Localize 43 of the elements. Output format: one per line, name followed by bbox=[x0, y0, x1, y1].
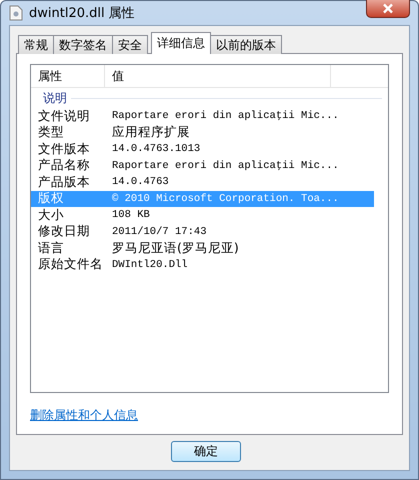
list-row[interactable]: 大小 108 KB bbox=[31, 207, 374, 224]
close-button[interactable] bbox=[366, 0, 410, 18]
tab[interactable]: 安全 bbox=[112, 35, 148, 54]
column-header[interactable]: 属性 bbox=[31, 65, 105, 87]
property-value: © 2010 Microsoft Corporation. Toa... bbox=[111, 192, 339, 205]
property-name: 文件说明 bbox=[37, 108, 91, 125]
property-name: 语言 bbox=[37, 240, 65, 257]
list-row[interactable]: 文件版本 14.0.4763.1013 bbox=[31, 141, 374, 158]
property-name: 大小 bbox=[37, 206, 65, 224]
tab[interactable]: 详细信息 bbox=[151, 32, 211, 54]
tab[interactable]: 常规 bbox=[18, 35, 54, 54]
property-value: 14.0.4763 bbox=[111, 176, 169, 188]
property-name: 产品版本 bbox=[37, 174, 91, 191]
list-row[interactable]: 文件说明 Raportare erori din aplicaţii Mic... bbox=[31, 108, 374, 124]
property-value: Raportare erori din aplicaţii Mic... bbox=[111, 160, 339, 172]
tab[interactable]: 数字签名 bbox=[53, 35, 113, 54]
window-title: dwintl20.dll 属性 bbox=[29, 5, 136, 22]
property-value: 罗马尼亚语(罗马尼亚) bbox=[111, 240, 239, 257]
property-name: 文件版本 bbox=[37, 140, 91, 158]
list-row[interactable]: 产品名称 Raportare erori din aplicaţii Mic... bbox=[31, 158, 374, 174]
list-row[interactable]: 语言 罗马尼亚语(罗马尼亚) bbox=[31, 240, 374, 256]
list-row[interactable]: 原始文件名 DWIntl20.Dll bbox=[31, 256, 374, 273]
property-name: 产品名称 bbox=[37, 157, 91, 174]
list-row[interactable]: 类型 应用程序扩展 bbox=[31, 124, 374, 141]
ok-button[interactable]: 确定 bbox=[171, 441, 241, 462]
property-value: 2011/10/7 17:43 bbox=[111, 226, 207, 238]
property-value: Raportare erori din aplicaţii Mic... bbox=[111, 110, 339, 122]
property-name: 类型 bbox=[37, 124, 65, 142]
file-icon bbox=[9, 5, 23, 21]
property-value: 108 KB bbox=[111, 209, 150, 222]
property-value: DWIntl20.Dll bbox=[111, 258, 188, 271]
column-header[interactable]: 值 bbox=[105, 65, 331, 87]
remove-properties-link[interactable]: 删除属性和个人信息 bbox=[30, 407, 138, 424]
list-row[interactable]: 产品版本 14.0.4763 bbox=[31, 174, 374, 190]
tab[interactable]: 以前的版本 bbox=[210, 35, 282, 54]
property-name: 原始文件名 bbox=[37, 256, 104, 274]
list-row[interactable]: 修改日期 2011/10/7 17:43 bbox=[31, 224, 374, 240]
property-name: 版权 bbox=[37, 190, 65, 208]
property-name: 修改日期 bbox=[37, 223, 91, 240]
close-icon bbox=[382, 2, 394, 14]
property-value: 14.0.4763.1013 bbox=[111, 143, 200, 156]
group-header: 说明 bbox=[43, 90, 67, 106]
property-value: 应用程序扩展 bbox=[111, 124, 190, 142]
